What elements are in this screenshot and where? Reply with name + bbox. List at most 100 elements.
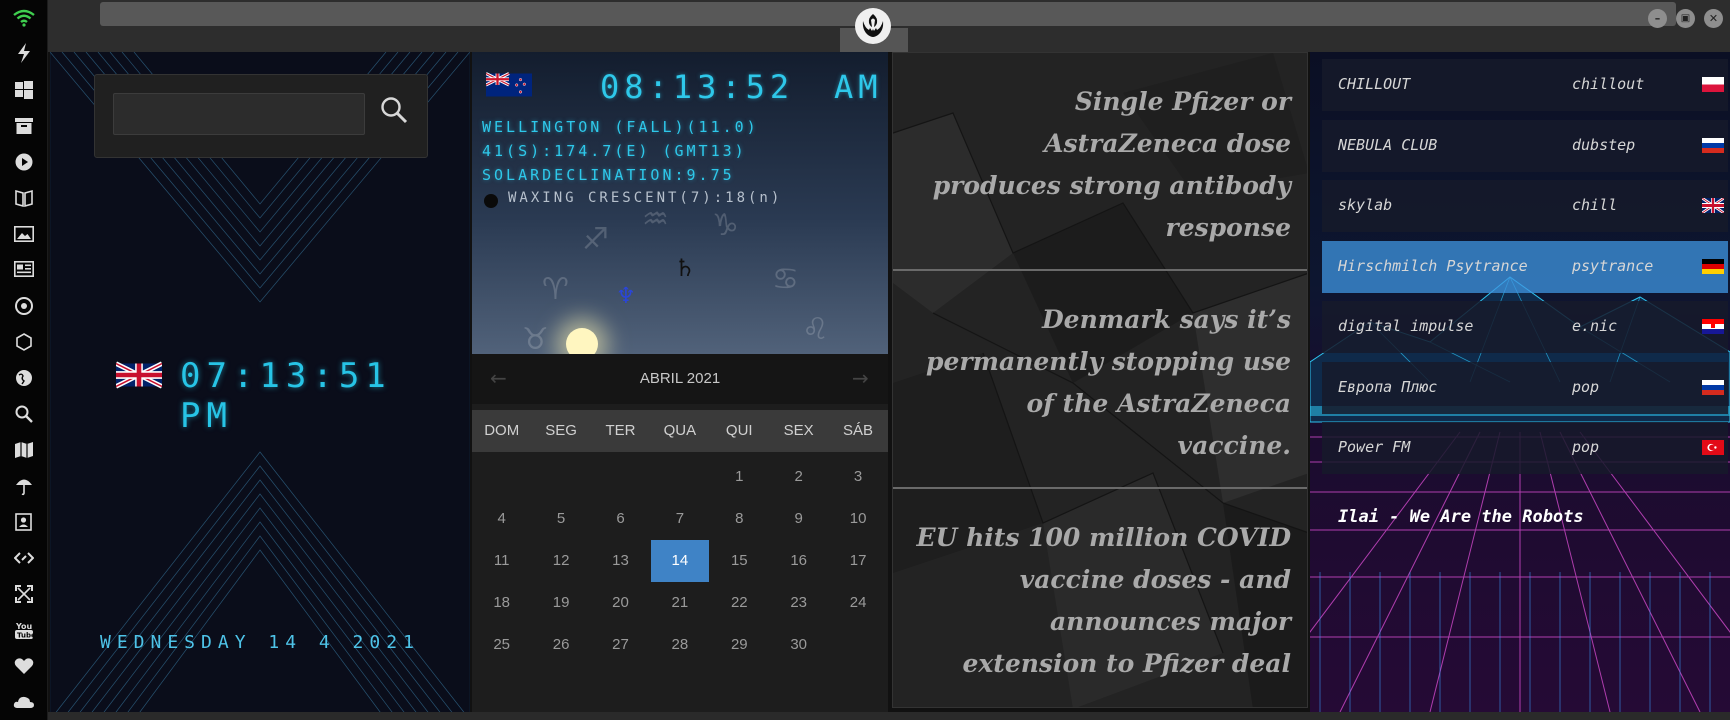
archive-icon[interactable] [12, 114, 36, 138]
station-name: Hirschmilch Psytrance [1338, 256, 1528, 275]
weekday-label: SÁB [843, 422, 874, 439]
station-genre: psytrance [1572, 256, 1654, 275]
calendar-day[interactable]: 3 [829, 456, 887, 498]
umbrella-icon[interactable] [12, 474, 36, 498]
cloud-icon[interactable] [12, 690, 36, 714]
calendar-day[interactable]: 12 [532, 540, 590, 582]
newspaper-icon[interactable] [12, 257, 36, 281]
svg-text:You: You [15, 622, 33, 631]
calendar-day[interactable]: 4 [473, 498, 531, 540]
calendar-day[interactable]: 11 [473, 540, 531, 582]
hexagon-icon[interactable] [12, 330, 36, 354]
image-icon[interactable] [12, 222, 36, 246]
map-icon[interactable] [12, 438, 36, 462]
expand-icon[interactable] [12, 582, 36, 606]
russia-flag-icon [1702, 137, 1724, 153]
windows-icon[interactable] [12, 78, 36, 102]
calendar-day[interactable]: 19 [532, 582, 590, 624]
new-zealand-flag-icon [486, 72, 532, 97]
station-row[interactable]: Power FM pop [1322, 422, 1728, 474]
location-line: WELLINGTON (FALL)(11.0) [482, 118, 759, 136]
rebel-alliance-icon[interactable] [855, 8, 891, 44]
calendar-day[interactable]: 2 [770, 456, 828, 498]
calendar-day[interactable]: 8 [710, 498, 768, 540]
contacts-icon[interactable] [12, 510, 36, 534]
calendar-day[interactable]: 29 [710, 624, 768, 666]
sun-icon [566, 328, 598, 354]
station-row[interactable]: Европа Плюс pop [1322, 361, 1728, 414]
calendar-day[interactable]: 30 [770, 624, 828, 666]
station-name: NEBULA CLUB [1338, 135, 1438, 154]
calendar-day-today[interactable]: 14 [650, 540, 709, 582]
station-genre: pop [1572, 438, 1600, 456]
news-headline[interactable]: Single Pfizer or AstraZeneca dose produc… [913, 81, 1291, 249]
calendar-day[interactable]: 26 [532, 624, 590, 666]
calendar-day[interactable]: 13 [592, 540, 650, 582]
calendar-next-button[interactable]: → [852, 366, 869, 390]
calendar-day[interactable]: 1 [710, 456, 768, 498]
station-row[interactable]: Hirschmilch Psytrance psytrance [1322, 240, 1728, 293]
calendar-day[interactable]: 24 [829, 582, 887, 624]
heart-icon[interactable] [12, 654, 36, 678]
calendar-day[interactable]: 28 [651, 624, 709, 666]
calendar-day[interactable]: 23 [770, 582, 828, 624]
calendar-weekday-row: DOM SEG TER QUA QUI SEX SÁB [472, 410, 888, 452]
croatia-flag-icon [1702, 319, 1724, 334]
calendar-day[interactable]: 21 [651, 582, 709, 624]
calendar-day[interactable]: 25 [473, 624, 531, 666]
calendar-day[interactable]: 18 [473, 582, 531, 624]
calendar-day[interactable]: 17 [829, 540, 887, 582]
magnifier-icon [381, 97, 408, 124]
station-name: digital impulse [1338, 317, 1474, 335]
station-genre: chill [1572, 196, 1618, 214]
world-clock-panel: 07:13:51 PM WEDNESDAY 14 4 2021 [50, 52, 470, 720]
neptune-symbol-icon: ♆ [616, 284, 636, 309]
zodiac-leo-icon: ♌ [802, 312, 829, 347]
station-name: CHILLOUT [1338, 75, 1411, 93]
news-divider [893, 269, 1307, 271]
minimize-button[interactable]: – [1648, 9, 1667, 28]
lightning-icon[interactable] [12, 41, 36, 65]
station-row[interactable]: skylab chill [1322, 180, 1728, 232]
calendar-day[interactable]: 9 [770, 498, 828, 540]
station-row[interactable]: NEBULA CLUB dubstep [1322, 119, 1728, 172]
station-name: Европа Плюс [1338, 377, 1438, 396]
calendar-day[interactable]: 5 [532, 498, 590, 540]
calendar-day[interactable]: 7 [651, 498, 709, 540]
wifi-icon[interactable] [12, 6, 36, 30]
station-row[interactable]: CHILLOUT chillout [1322, 59, 1728, 111]
icon-sidebar: You Tube [0, 0, 48, 720]
zodiac-sagittarius-icon: ♐ [582, 222, 609, 257]
calendar-day[interactable]: 22 [710, 582, 768, 624]
youtube-icon[interactable]: You Tube [12, 618, 36, 642]
station-row[interactable]: digital impulse e.nic [1322, 301, 1728, 353]
search-button[interactable] [379, 95, 415, 131]
moon-phase-text: WAXING CRESCENT(7):18(n) [508, 190, 783, 206]
solar-declination-line: SOLARDECLINATION:9.75 [482, 166, 735, 184]
news-headline[interactable]: EU hits 100 million COVID vaccine doses … [913, 517, 1291, 685]
calendar-day[interactable]: 20 [592, 582, 650, 624]
code-icon[interactable] [12, 546, 36, 570]
calendar-day[interactable]: 27 [592, 624, 650, 666]
zodiac-cancer-icon: ♋ [772, 262, 799, 297]
globe-icon[interactable] [12, 366, 36, 390]
search-input[interactable] [113, 93, 365, 135]
search-icon[interactable] [12, 402, 36, 426]
calendar-day[interactable]: 15 [710, 540, 768, 582]
poland-flag-icon [1702, 77, 1724, 92]
calendar-day[interactable]: 16 [770, 540, 828, 582]
uk-flag-icon [1702, 198, 1724, 213]
now-playing-track: Ilai - We Are the Robots [1338, 507, 1584, 527]
play-icon[interactable] [12, 150, 36, 174]
bottom-strip [48, 712, 1730, 720]
aperture-icon[interactable] [12, 294, 36, 318]
astro-clock-panel: ♐ ♒ ♑ ♈ ♋ ♌ ♉ ♄ ♆ 08:13:52 AM WELLINGTON… [472, 52, 888, 354]
close-button[interactable]: ✕ [1704, 9, 1723, 28]
zodiac-capricorn-icon: ♑ [712, 208, 739, 243]
book-icon[interactable] [12, 186, 36, 210]
calendar-day[interactable]: 6 [592, 498, 650, 540]
maximize-button[interactable]: ▣ [1676, 9, 1695, 28]
russia-flag-icon [1702, 379, 1724, 395]
news-headline[interactable]: Denmark says it’s permanently stopping u… [913, 299, 1291, 467]
calendar-day[interactable]: 10 [829, 498, 887, 540]
